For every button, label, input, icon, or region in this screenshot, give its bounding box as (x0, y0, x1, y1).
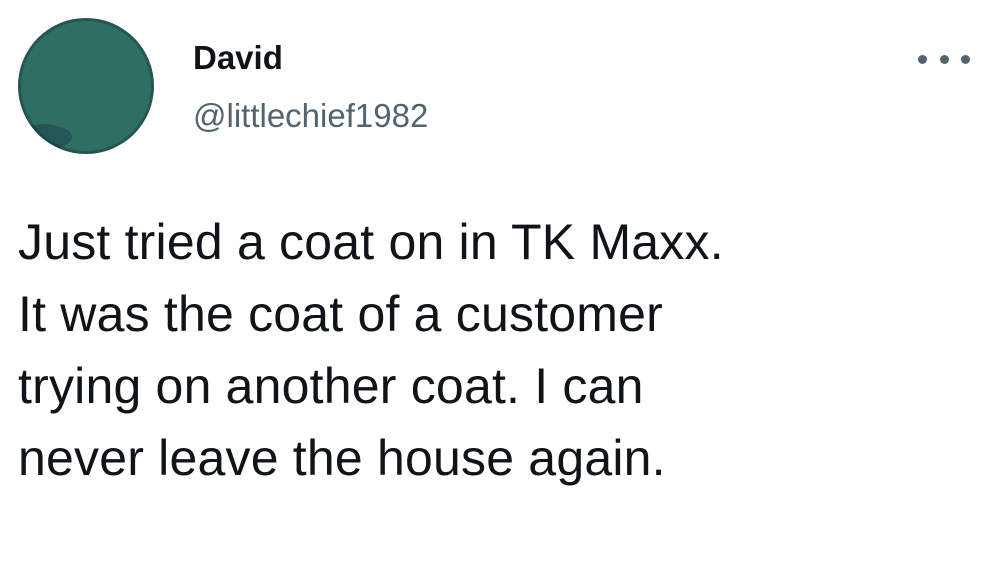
author-display-name[interactable]: David (193, 38, 283, 78)
more-dot-icon (939, 54, 949, 64)
more-dot-icon (918, 54, 927, 64)
more-options-button[interactable] (918, 40, 970, 78)
tweet-text: Just tried a coat on in TK Maxx. It was … (18, 206, 968, 494)
more-dot-icon (961, 54, 970, 64)
tweet-text-line: Just tried a coat on in TK Maxx. (18, 214, 724, 270)
avatar[interactable] (18, 18, 154, 154)
tweet-text-line: It was the coat of a customer (18, 286, 663, 342)
tweet-card: David @littlechief1982 Just tried a coat… (0, 0, 990, 562)
tweet-text-line: never leave the house again. (18, 430, 666, 486)
tweet-text-line: trying on another coat. I can (18, 358, 644, 414)
author-handle[interactable]: @littlechief1982 (193, 96, 428, 136)
